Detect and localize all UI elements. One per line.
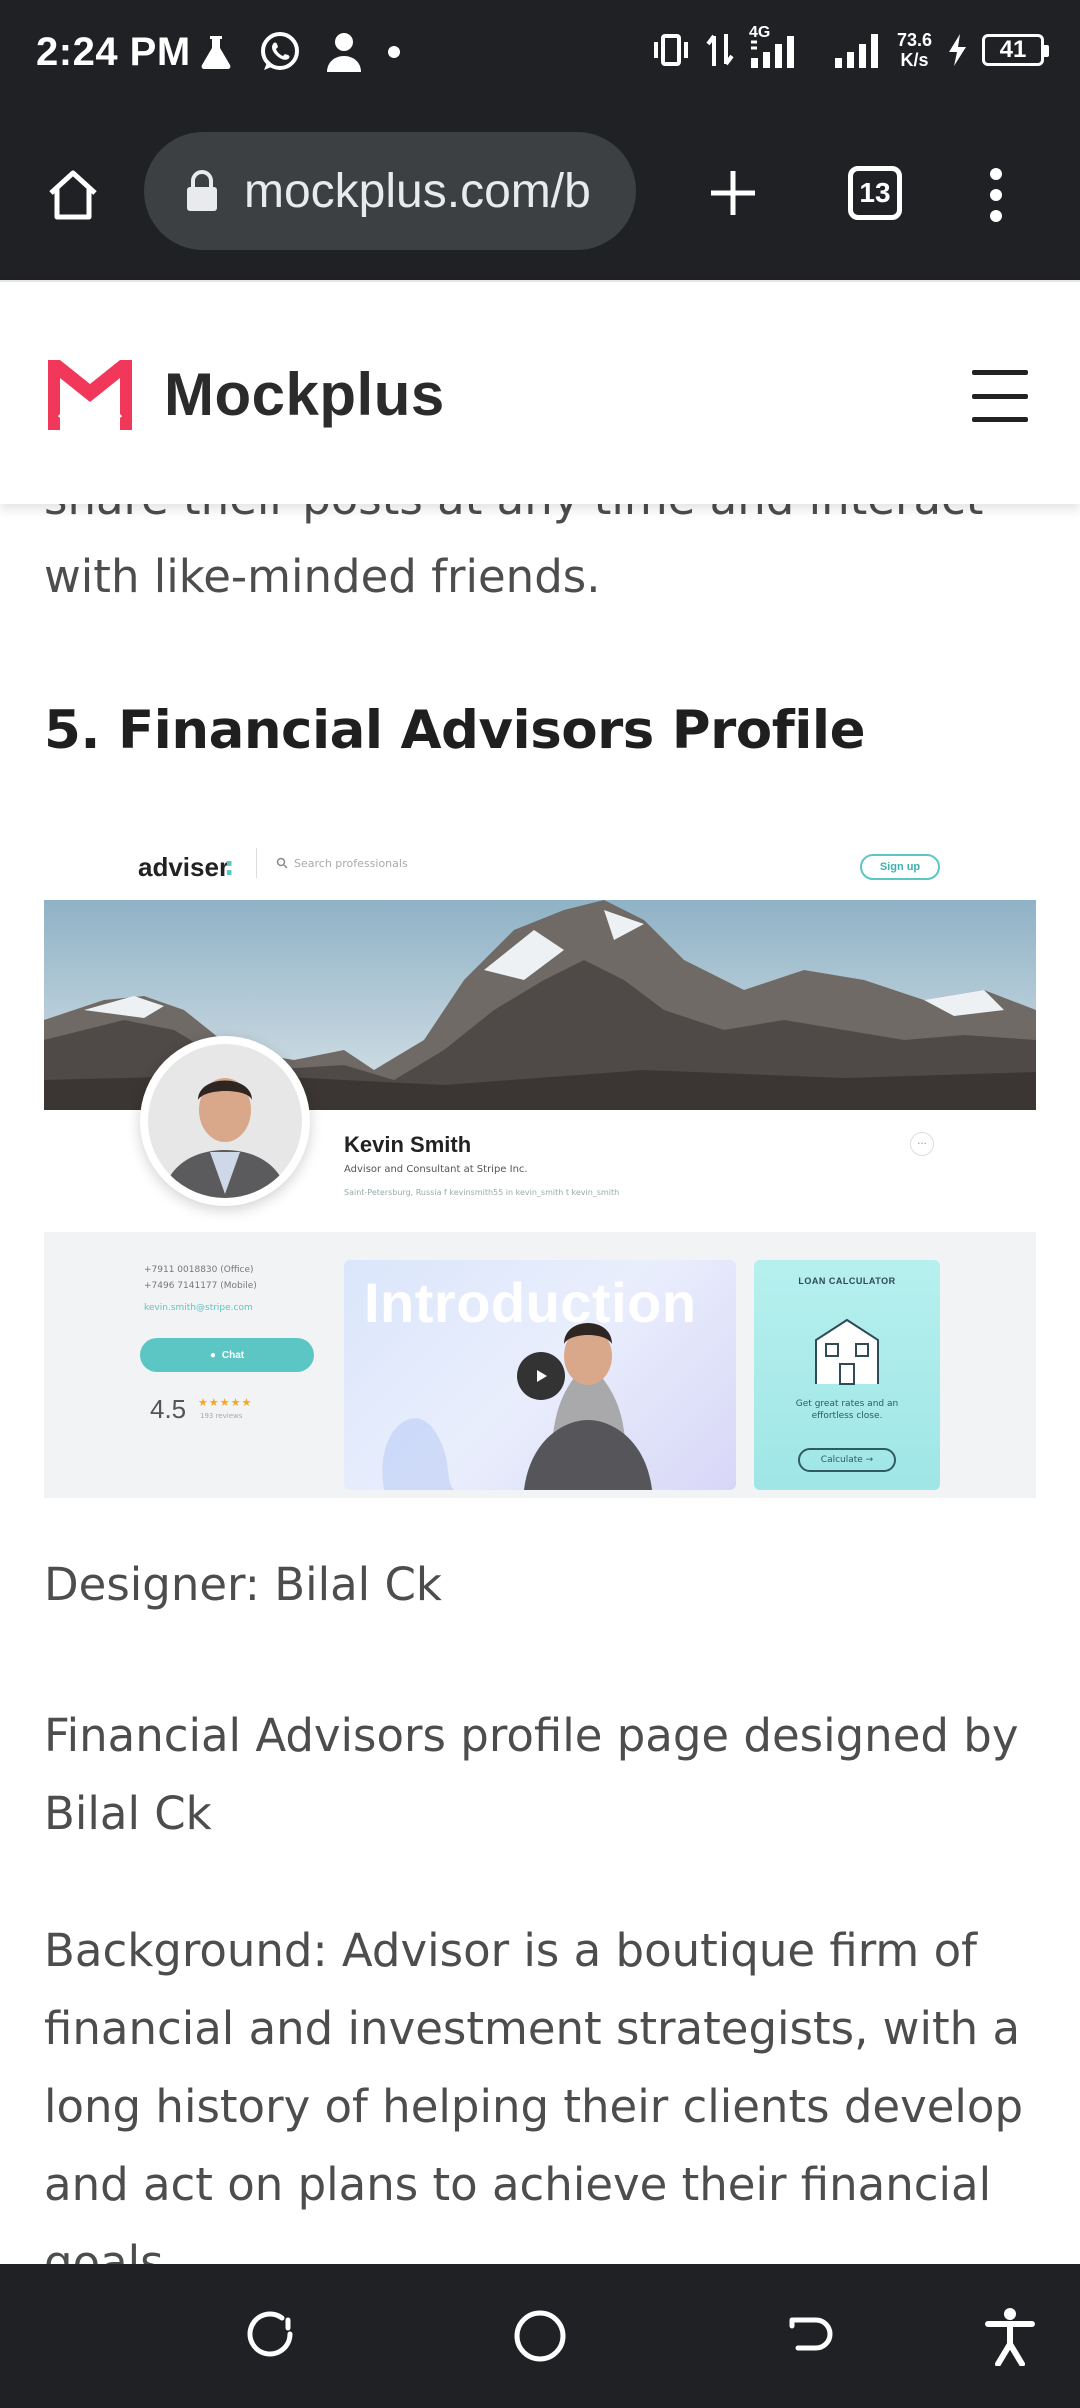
home-icon [49,170,97,220]
url-text: mockplus.com/b [244,164,591,218]
accessibility-button[interactable] [980,2306,1040,2366]
profile-name: Kevin Smith [344,1132,472,1157]
vibrate-icon [653,34,688,66]
status-notification-icons [196,30,402,74]
play-icon [517,1352,565,1400]
new-tab-button[interactable] [700,160,766,226]
person-icon [327,33,361,72]
accessibility-icon [985,2308,1035,2366]
signal-icon: 4G [749,24,819,72]
profile-title: Advisor and Consultant at Stripe Inc. [344,1164,528,1175]
rating-stars: ★★★★★ [198,1396,253,1409]
design-description: Financial Advisors profile page designed… [44,1709,1019,1840]
loan-title: LOAN CALCULATOR [798,1276,896,1286]
site-logo[interactable]: Mockplus [44,354,445,434]
contact-info: +7911 0018830 (Office) +7496 7141177 (Mo… [144,1265,257,1313]
home-circle-icon [514,2310,566,2362]
avatar [140,1036,310,1206]
charging-icon [949,34,966,66]
adviser-logo-accent: : [224,852,235,882]
battery-level: 41 [999,36,1027,63]
loan-description: Get great rates and an effortless close. [795,1399,899,1421]
tab-switcher-button[interactable]: 13 [848,166,902,220]
back-button[interactable] [780,2306,840,2366]
navigation-bar [0,2264,1080,2408]
search-icon [276,854,288,873]
hamburger-menu-button[interactable] [972,370,1028,422]
plus-icon [711,171,755,215]
designer-credit: Designer: Bilal Ck [44,1558,442,1611]
home-nav-button[interactable] [510,2306,570,2366]
flask-icon [201,36,231,69]
network-speed: 73.6 K/s [896,30,932,70]
mockplus-logo-icon [48,360,132,430]
chat-icon: ● [209,1349,216,1361]
back-icon [789,2317,833,2351]
browser-toolbar: mockplus.com/b 13 [0,110,1080,280]
adviser-signup: Sign up [860,854,940,880]
section-heading: 5. Financial Advisors Profile [44,700,866,761]
rating-value: 4.5 [150,1394,187,1424]
loan-calculator-card: LOAN CALCULATOR Get great rates and an e… [754,1260,940,1490]
signal-icon-2 [834,34,878,68]
recent-apps-button[interactable] [240,2306,300,2366]
more-vert-icon[interactable] [976,162,1016,228]
address-bar[interactable]: mockplus.com/b [144,132,636,250]
rating-reviews: 193 reviews [200,1412,243,1420]
profile-body: +7911 0018830 (Office) +7496 7141177 (Mo… [44,1232,1036,1498]
dot-icon [388,46,400,58]
site-header: Mockplus [0,280,1080,504]
house-icon [815,1318,879,1385]
lock-icon [187,170,217,211]
design-screenshot-image: adviser : Search professionals Sign up K… [44,830,1036,1498]
more-options-icon: ··· [910,1132,934,1156]
design-background: Background: Advisor is a boutique firm o… [44,1924,1024,2289]
adviser-separator [256,848,257,878]
adviser-header: adviser : Search professionals Sign up [44,830,1036,900]
introduction-title: Introduction [364,1271,697,1334]
site-logo-text: Mockplus [164,360,445,428]
status-bar: 2:24 PM 4G 73.6 K/s 41 [0,0,1080,110]
recent-apps-icon [247,2311,293,2357]
whatsapp-icon [261,32,299,70]
adviser-search: Search professionals [294,857,408,870]
adviser-logo: adviser [138,852,230,882]
data-arrows-icon [706,34,734,66]
profile-meta: Saint-Petersburg, Russia f kevinsmith55 … [344,1188,620,1197]
status-time: 2:24 PM [36,30,191,74]
introduction-video-card: Introduction [344,1260,736,1490]
home-button[interactable] [38,160,108,230]
chat-button: ● Chat [140,1338,314,1372]
battery-icon: 41 [982,34,1049,66]
loan-calculate-button: Calculate → [798,1448,896,1472]
status-system-icons: 4G 73.6 K/s 41 [651,24,1049,72]
